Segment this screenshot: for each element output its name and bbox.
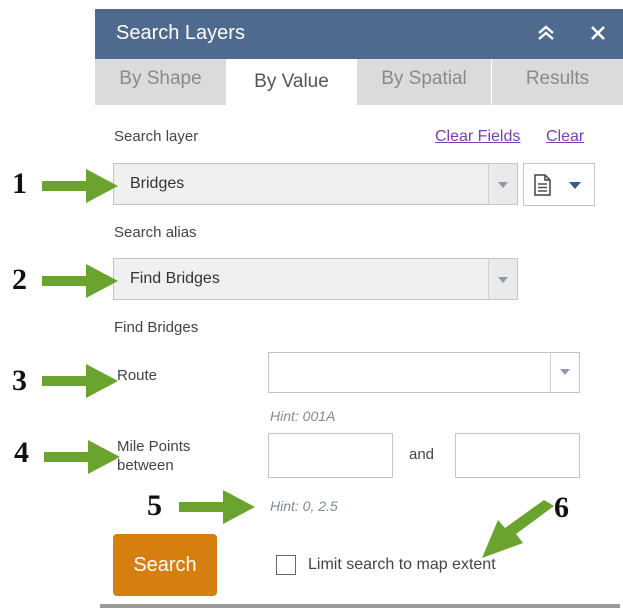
close-icon[interactable]: [587, 22, 609, 44]
limit-extent-checkbox[interactable]: [276, 555, 296, 575]
callout-arrow-5: [179, 490, 255, 524]
clear-link[interactable]: Clear: [546, 128, 584, 146]
search-alias-select[interactable]: Find Bridges: [113, 258, 518, 300]
clear-fields-link[interactable]: Clear Fields: [435, 128, 520, 146]
callout-number-2: 2: [12, 263, 27, 296]
callout-arrow-6: [482, 500, 554, 558]
route-hint: Hint: 001A: [270, 408, 336, 424]
panel-header: Search Layers: [95, 9, 623, 59]
caret-down-icon: [569, 182, 581, 189]
mile-points-label: Mile Points: [117, 438, 191, 455]
callout-arrow-4: [44, 440, 120, 474]
tab-by-shape[interactable]: By Shape: [95, 59, 226, 105]
search-alias-value: Find Bridges: [130, 270, 220, 287]
caret-down-icon[interactable]: [550, 353, 579, 392]
caret-down-icon[interactable]: [488, 164, 517, 204]
tab-bar: By Shape By Value By Spatial Results: [95, 59, 623, 105]
callout-number-4: 4: [14, 436, 29, 469]
route-input[interactable]: [268, 352, 580, 393]
search-button[interactable]: Search: [113, 534, 217, 596]
search-layer-value: Bridges: [130, 175, 185, 192]
panel-shadow: [100, 604, 620, 608]
expression-title: Find Bridges: [114, 319, 199, 336]
double-chevron-up-icon[interactable]: [535, 22, 557, 44]
search-alias-label: Search alias: [114, 224, 197, 241]
tab-by-value[interactable]: By Value: [226, 59, 357, 105]
search-layer-select[interactable]: Bridges: [113, 163, 518, 205]
callout-number-5: 5: [147, 489, 162, 522]
callout-number-1: 1: [12, 167, 27, 200]
mile-to-input[interactable]: [455, 433, 580, 478]
mile-from-input[interactable]: [268, 433, 393, 478]
layer-info-button[interactable]: [523, 163, 595, 206]
document-icon: [534, 174, 551, 196]
callout-arrow-2: [42, 264, 118, 298]
mile-points-between-label: between: [117, 457, 174, 474]
callout-arrow-3: [42, 364, 118, 398]
tab-results[interactable]: Results: [492, 59, 623, 105]
panel-title: Search Layers: [116, 22, 245, 44]
callout-number-3: 3: [12, 364, 27, 397]
tab-by-spatial[interactable]: By Spatial: [357, 59, 492, 105]
route-label: Route: [117, 367, 158, 384]
caret-down-icon[interactable]: [488, 259, 517, 299]
and-label: and: [409, 446, 435, 463]
search-layer-label: Search layer: [114, 128, 199, 145]
limit-extent-label: Limit search to map extent: [308, 556, 496, 573]
callout-arrow-1: [42, 169, 118, 203]
mile-hint: Hint: 0, 2.5: [270, 498, 338, 514]
